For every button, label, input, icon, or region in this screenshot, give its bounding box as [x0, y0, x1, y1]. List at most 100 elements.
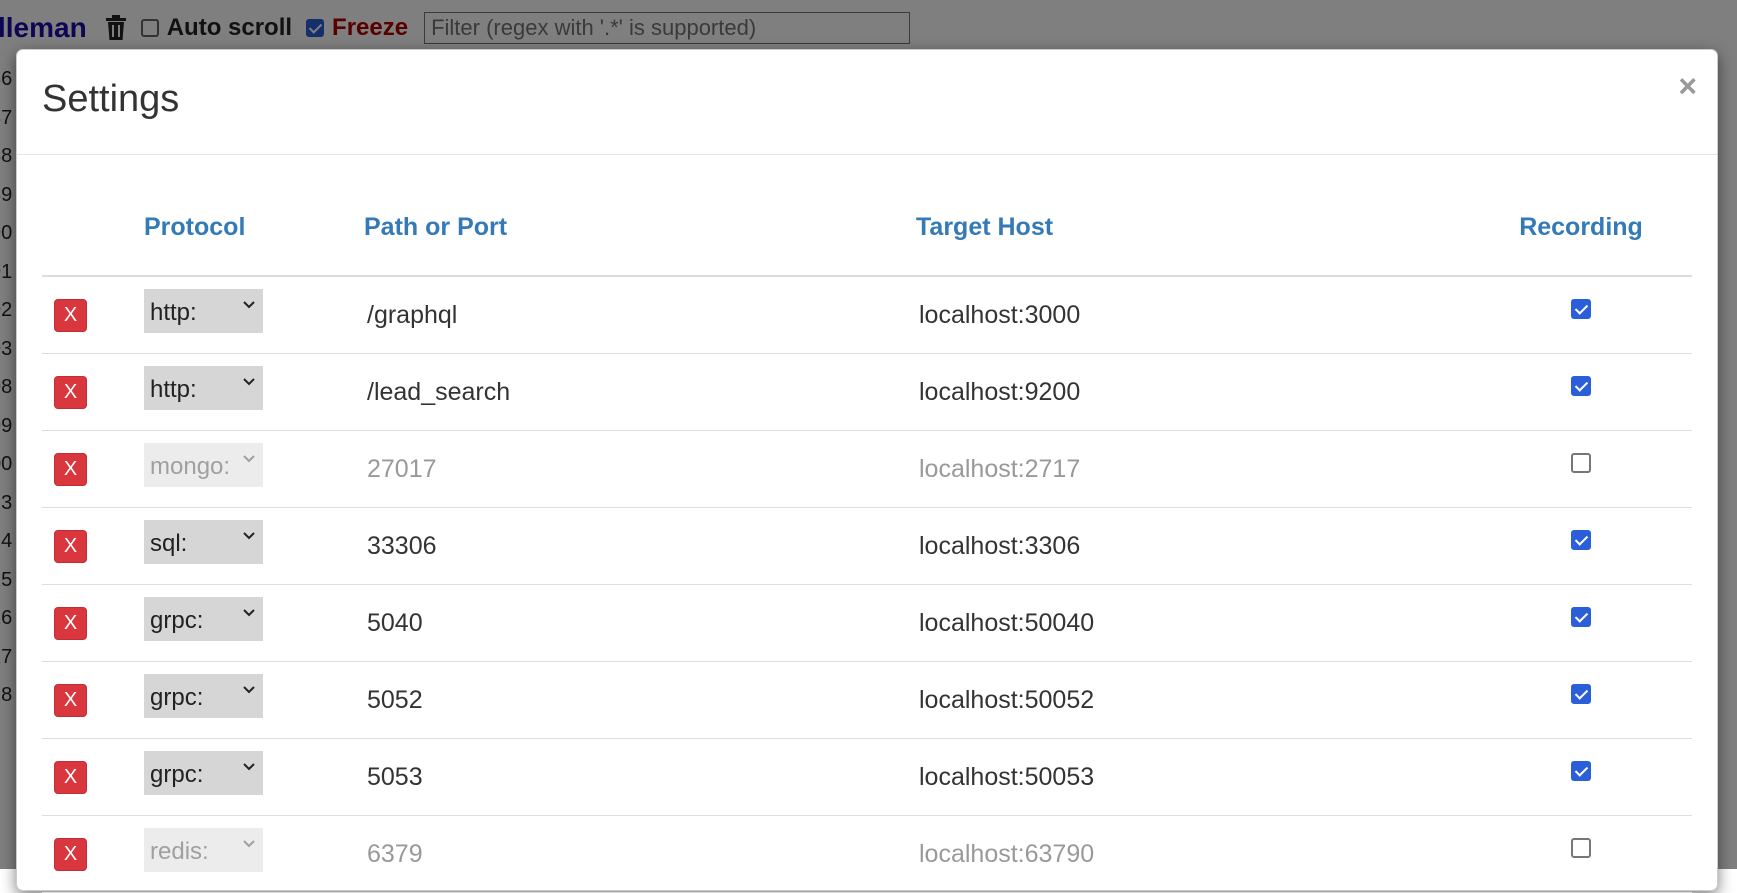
host-value: localhost:2717: [919, 454, 1081, 483]
path-value: 33306: [367, 531, 437, 560]
header-delete: [42, 180, 144, 277]
recording-cell: [1470, 353, 1692, 431]
protocol-select[interactable]: sql:: [144, 520, 263, 564]
chevron-down-icon: [243, 378, 255, 386]
path-value: /graphql: [367, 300, 458, 329]
delete-row-button[interactable]: X: [54, 452, 87, 486]
recording-cell: [1470, 584, 1692, 662]
host-cell[interactable]: localhost:3306: [916, 507, 1470, 585]
modal-header: Settings ×: [17, 50, 1717, 155]
header-protocol: Protocol: [144, 180, 364, 277]
table-row: Xredis: 6379 localhost:63790: [42, 815, 1692, 893]
protocol-cell: sql:: [144, 507, 364, 585]
host-value: localhost:3306: [919, 531, 1081, 560]
path-cell[interactable]: /graphql: [364, 276, 916, 354]
recording-checkbox[interactable]: [1571, 606, 1591, 627]
host-cell[interactable]: localhost:50040: [916, 584, 1470, 662]
path-value: 5040: [367, 608, 423, 637]
protocol-select[interactable]: http:: [144, 289, 263, 333]
table-row: Xsql: 33306 localhost:3306: [42, 507, 1692, 585]
delete-row-button[interactable]: X: [54, 683, 87, 717]
delete-cell: X: [42, 430, 144, 508]
protocol-value: http:: [150, 376, 197, 403]
recording-checkbox[interactable]: [1571, 375, 1591, 396]
table-row: Xhttp: /graphql localhost:3000: [42, 276, 1692, 354]
recording-cell: [1470, 661, 1692, 739]
host-cell[interactable]: localhost:63790: [916, 815, 1470, 893]
protocol-select[interactable]: redis:: [144, 828, 263, 872]
host-value: localhost:50053: [919, 762, 1095, 791]
recording-cell: [1470, 276, 1692, 354]
recording-checkbox[interactable]: [1571, 529, 1591, 550]
protocol-select[interactable]: mongo:: [144, 443, 263, 487]
protocol-value: grpc:: [150, 761, 204, 788]
delete-row-button[interactable]: X: [54, 375, 87, 409]
delete-row-button[interactable]: X: [54, 760, 87, 794]
path-cell[interactable]: 5040: [364, 584, 916, 662]
modal-title: Settings: [42, 78, 180, 120]
path-value: /lead_search: [367, 377, 511, 406]
recording-cell: [1470, 507, 1692, 585]
path-value: 5053: [367, 762, 423, 791]
table-row: Xmongo: 27017 localhost:2717: [42, 430, 1692, 508]
protocol-value: grpc:: [150, 684, 204, 711]
settings-modal: Settings × Protocol Path or Port Target …: [16, 49, 1718, 893]
table-row: Xhttp: /lead_search localhost:9200: [42, 353, 1692, 431]
settings-table: Protocol Path or Port Target Host Record…: [42, 180, 1692, 893]
host-value: localhost:63790: [919, 839, 1095, 868]
protocol-select[interactable]: grpc:: [144, 597, 263, 641]
table-row: Xgrpc: 5053 localhost:50053: [42, 738, 1692, 816]
host-cell[interactable]: localhost:50052: [916, 661, 1470, 739]
delete-row-button[interactable]: X: [54, 837, 87, 871]
delete-cell: X: [42, 815, 144, 893]
chevron-down-icon: [243, 686, 255, 694]
host-cell[interactable]: localhost:3000: [916, 276, 1470, 354]
path-cell[interactable]: 27017: [364, 430, 916, 508]
chevron-down-icon: [243, 609, 255, 617]
protocol-value: redis:: [150, 838, 209, 865]
path-cell[interactable]: 5053: [364, 738, 916, 816]
protocol-value: mongo:: [150, 453, 231, 480]
host-value: localhost:50052: [919, 685, 1095, 714]
header-path: Path or Port: [364, 180, 916, 277]
host-cell[interactable]: localhost:50053: [916, 738, 1470, 816]
protocol-select[interactable]: http:: [144, 366, 263, 410]
recording-checkbox[interactable]: [1571, 298, 1591, 319]
host-value: localhost:50040: [919, 608, 1095, 637]
path-cell[interactable]: /lead_search: [364, 353, 916, 431]
delete-row-button[interactable]: X: [54, 606, 87, 640]
delete-cell: X: [42, 276, 144, 354]
path-cell[interactable]: 5052: [364, 661, 916, 739]
host-cell[interactable]: localhost:2717: [916, 430, 1470, 508]
recording-checkbox[interactable]: [1571, 760, 1591, 781]
protocol-value: http:: [150, 299, 197, 326]
delete-cell: X: [42, 584, 144, 662]
recording-checkbox[interactable]: [1571, 837, 1591, 858]
recording-checkbox[interactable]: [1571, 452, 1591, 473]
close-button[interactable]: ×: [1678, 70, 1697, 102]
recording-checkbox[interactable]: [1571, 683, 1591, 704]
delete-cell: X: [42, 661, 144, 739]
table-row: Xgrpc: 5040 localhost:50040: [42, 584, 1692, 662]
delete-cell: X: [42, 353, 144, 431]
recording-cell: [1470, 738, 1692, 816]
path-value: 27017: [367, 454, 437, 483]
delete-row-button[interactable]: X: [54, 529, 87, 563]
path-value: 5052: [367, 685, 423, 714]
path-cell[interactable]: 33306: [364, 507, 916, 585]
path-cell[interactable]: 6379: [364, 815, 916, 893]
chevron-down-icon: [243, 763, 255, 771]
header-recording: Recording: [1470, 180, 1692, 277]
protocol-select[interactable]: grpc:: [144, 751, 263, 795]
chevron-down-icon: [243, 532, 255, 540]
host-value: localhost:9200: [919, 377, 1081, 406]
recording-cell: [1470, 430, 1692, 508]
protocol-cell: http:: [144, 276, 364, 354]
table-row: Xgrpc: 5052 localhost:50052: [42, 661, 1692, 739]
chevron-down-icon: [243, 455, 255, 463]
delete-cell: X: [42, 738, 144, 816]
delete-row-button[interactable]: X: [54, 298, 87, 332]
host-cell[interactable]: localhost:9200: [916, 353, 1470, 431]
protocol-select[interactable]: grpc:: [144, 674, 263, 718]
host-value: localhost:3000: [919, 300, 1081, 329]
